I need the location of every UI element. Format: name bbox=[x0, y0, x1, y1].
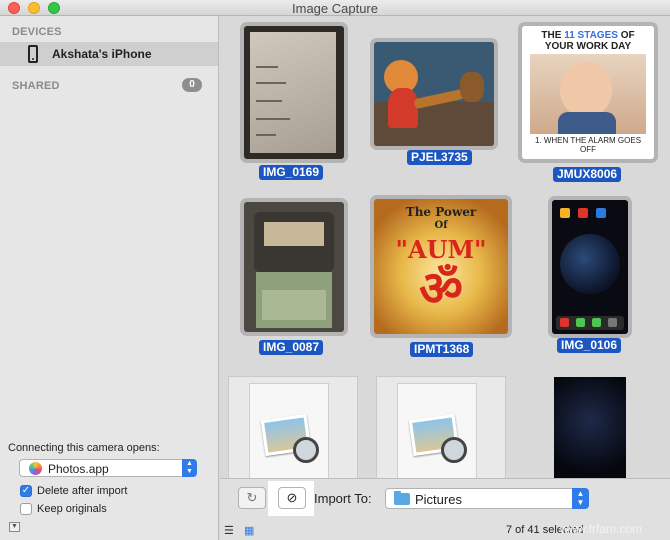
thumbnail-aum: The Power Of "AUM" ॐ bbox=[374, 199, 508, 334]
rotate-button[interactable]: ↻ bbox=[238, 487, 266, 509]
connect-app-value: Photos.app bbox=[48, 462, 109, 476]
title-bar: Image Capture bbox=[0, 0, 670, 16]
folder-icon bbox=[394, 491, 410, 505]
import-to-label: Import To: bbox=[314, 491, 372, 506]
magnifier-icon bbox=[441, 437, 467, 463]
chevron-updown-icon: ▲ ▼ bbox=[572, 488, 589, 509]
watermark: www.frfam.com bbox=[560, 522, 643, 536]
thumbnail-cartoon bbox=[374, 42, 494, 146]
sidebar-item-iphone[interactable]: Akshata's iPhone bbox=[0, 42, 218, 66]
thumbnail-phone-screenshot bbox=[554, 377, 626, 478]
shared-header: SHARED bbox=[12, 80, 60, 92]
import-destination-value: Pictures bbox=[415, 492, 462, 507]
device-name: Akshata's iPhone bbox=[52, 47, 152, 61]
aum-line2: Of bbox=[434, 220, 448, 231]
item-filename: IMG_0169 bbox=[259, 165, 324, 180]
delete-after-import-label: Delete after import bbox=[37, 485, 128, 497]
window-title: Image Capture bbox=[292, 1, 378, 16]
devices-header: DEVICES bbox=[12, 26, 62, 38]
thumbnail-document-photo bbox=[244, 26, 344, 159]
item-filename: JMUX8006 bbox=[553, 167, 622, 182]
chevron-updown-icon: ▲ ▼ bbox=[182, 459, 197, 477]
thumbnail-backpack bbox=[244, 202, 344, 332]
meme-title-a: THE bbox=[541, 30, 565, 41]
magnifier-icon bbox=[293, 437, 319, 463]
connect-app-select[interactable]: Photos.app ▲ ▼ bbox=[19, 459, 197, 477]
thumbnail-meme: THE 11 STAGES OF YOUR WORK DAY 1. WHEN T… bbox=[522, 26, 654, 159]
import-destination-select[interactable]: Pictures ▲ ▼ bbox=[385, 488, 589, 509]
meme-title-c: OF bbox=[617, 30, 635, 41]
grid-view-icon[interactable]: ▦ bbox=[244, 524, 254, 537]
shared-count-badge: 0 bbox=[182, 78, 202, 92]
image-grid: IMG_0169 PJEL3735 THE 11 STAGES OF YOUR … bbox=[220, 16, 670, 478]
thumbnail-file-icon bbox=[376, 376, 506, 478]
thumbnail-file-icon bbox=[228, 376, 358, 478]
list-view-icon[interactable]: ☰ bbox=[224, 524, 234, 537]
meme-title-line2: YOUR WORK DAY bbox=[544, 41, 632, 52]
keep-originals-checkbox[interactable] bbox=[20, 503, 32, 515]
item-filename: PJEL3735 bbox=[407, 150, 472, 165]
item-filename: IMG_0087 bbox=[259, 340, 324, 355]
photos-app-icon bbox=[29, 462, 42, 475]
keep-originals-label: Keep originals bbox=[37, 503, 107, 515]
meme-caption: 1. WHEN THE ALARM GOES OFF bbox=[534, 136, 642, 154]
iphone-icon bbox=[28, 45, 38, 63]
sidebar: DEVICES Akshata's iPhone SHARED 0 Connec… bbox=[0, 16, 219, 540]
collapse-panel-button[interactable]: ▼ bbox=[9, 522, 20, 532]
om-symbol: ॐ bbox=[419, 261, 463, 317]
delete-after-import-checkbox[interactable]: ✓ bbox=[20, 485, 32, 497]
item-filename: IPMT1368 bbox=[410, 342, 474, 357]
meme-title-b: 11 STAGES bbox=[564, 30, 618, 41]
aum-line1: The Power bbox=[405, 205, 477, 219]
delete-button[interactable]: ⊘ bbox=[278, 487, 306, 509]
item-filename: IMG_0106 bbox=[557, 338, 622, 353]
connect-label: Connecting this camera opens: bbox=[8, 442, 160, 454]
thumbnail-phone-screenshot bbox=[552, 200, 628, 334]
